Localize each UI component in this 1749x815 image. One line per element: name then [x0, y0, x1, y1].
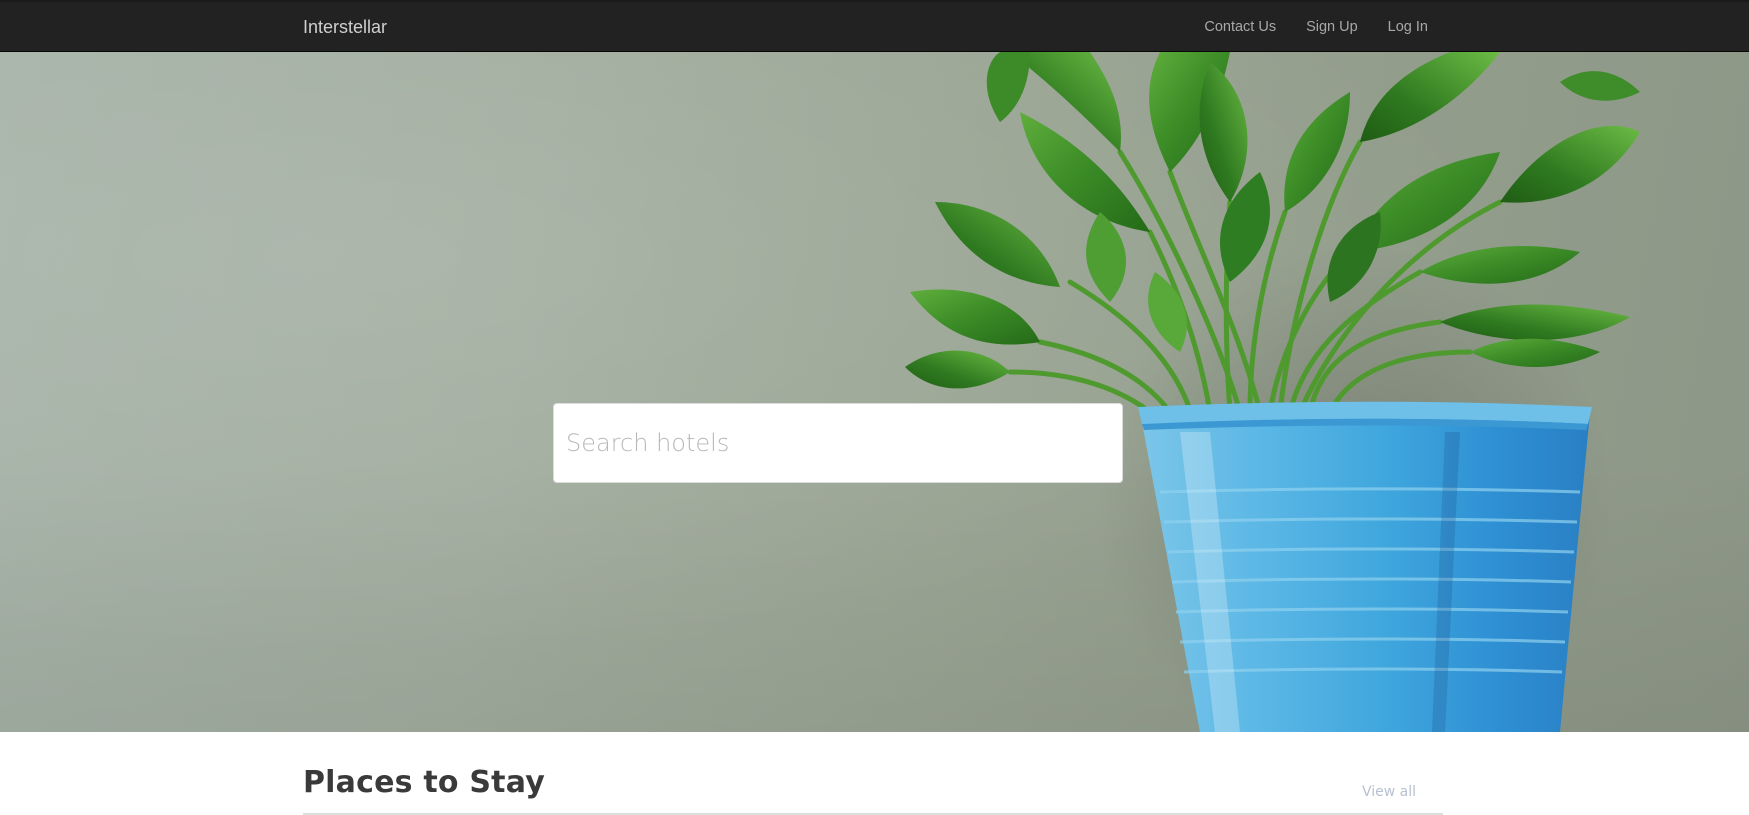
places-to-stay-heading: Places to Stay — [303, 765, 545, 800]
brand-link[interactable]: Interstellar — [303, 17, 387, 38]
potted-plant-image — [905, 52, 1640, 732]
hero-banner — [0, 52, 1749, 732]
page: Interstellar Contact Us Sign Up Log In S… — [0, 0, 1749, 815]
nav-link-contact-us[interactable]: Contact Us — [1204, 19, 1276, 35]
top-navbar: Interstellar Contact Us Sign Up Log In — [0, 0, 1749, 52]
search-hotels-input[interactable] — [553, 403, 1123, 483]
nav-link-log-in[interactable]: Log In — [1388, 19, 1428, 35]
nav-link-sign-up[interactable]: Sign Up — [1306, 19, 1358, 35]
nav-links: Contact Us Sign Up Log In — [1204, 19, 1428, 35]
view-all-link[interactable]: View all — [1362, 784, 1416, 800]
